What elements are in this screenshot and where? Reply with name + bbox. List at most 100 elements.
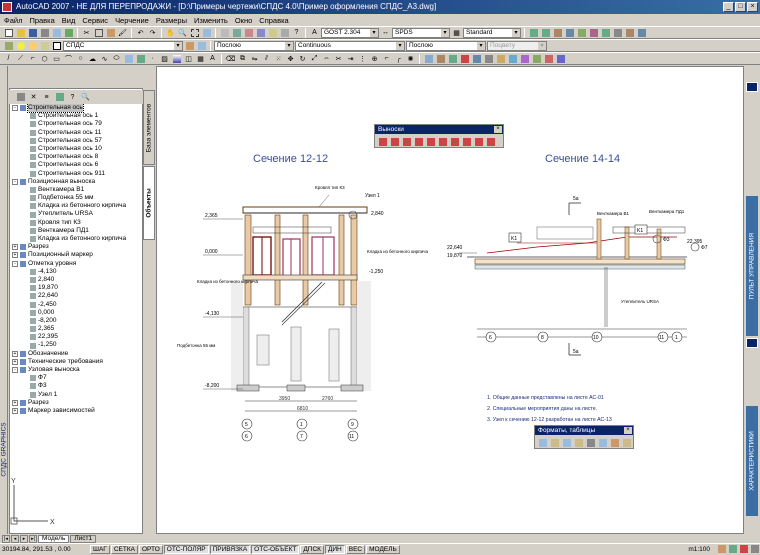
chamfer-icon[interactable]: ⌐: [381, 53, 392, 64]
dyn-toggle[interactable]: ДИН: [324, 544, 345, 554]
sheetset-icon[interactable]: [255, 27, 266, 38]
tree-item[interactable]: -8,200: [10, 317, 142, 325]
revcloud-icon[interactable]: ☁: [87, 53, 98, 64]
tree-item[interactable]: Кровля тип К3: [10, 219, 142, 227]
gradient-icon[interactable]: [171, 53, 182, 64]
collapse-icon[interactable]: -: [12, 105, 18, 112]
expand-icon[interactable]: +: [12, 408, 18, 415]
spds-draw-1-icon[interactable]: [423, 53, 434, 64]
make-current-icon[interactable]: [184, 40, 195, 51]
grid-toggle[interactable]: СЕТКА: [110, 544, 138, 554]
tree-item[interactable]: Утеплитель URSA: [10, 210, 142, 218]
minimize-button[interactable]: _: [723, 2, 734, 12]
last-sheet-button[interactable]: ▸|: [29, 534, 37, 543]
collapse-icon[interactable]: -: [12, 260, 18, 267]
tree-item[interactable]: Ф3: [10, 382, 142, 390]
table-icon[interactable]: ▦: [195, 53, 206, 64]
arc-icon[interactable]: ⌒: [63, 53, 74, 64]
save-icon[interactable]: [27, 27, 38, 38]
tab-sheet1[interactable]: Лист1: [70, 534, 97, 543]
spds-tool-8-icon[interactable]: [612, 27, 623, 38]
format-7-icon[interactable]: [609, 437, 620, 448]
ellipse-icon[interactable]: ⬭: [111, 53, 122, 64]
prev-sheet-button[interactable]: ◂: [11, 534, 19, 543]
color-combo[interactable]: Послою: [214, 40, 294, 51]
circle-icon[interactable]: ○: [75, 53, 86, 64]
stretch-icon[interactable]: ⇔: [321, 53, 332, 64]
panel-search-icon[interactable]: 🔍: [80, 92, 91, 103]
tree-item[interactable]: + Маркер зависимостей: [10, 407, 142, 415]
tree-item[interactable]: + Разрез: [10, 399, 142, 407]
tree-item[interactable]: Кладка из бетонного кирпича: [10, 202, 142, 210]
zoom-realtime-icon[interactable]: 🔍: [177, 27, 188, 38]
tree-item[interactable]: Кладка из бетонного кирпича: [10, 235, 142, 243]
expand-icon[interactable]: +: [12, 252, 18, 259]
markup-icon[interactable]: [267, 27, 278, 38]
help-icon[interactable]: ?: [291, 27, 302, 38]
polyline-icon[interactable]: ⌐: [27, 53, 38, 64]
callout-5-icon[interactable]: [425, 136, 436, 147]
tray-icon-3[interactable]: [738, 544, 749, 555]
maximize-button[interactable]: □: [735, 2, 746, 12]
explode-icon[interactable]: ✺: [405, 53, 416, 64]
layer-combo[interactable]: СПДС: [63, 40, 183, 51]
tray-icon-2[interactable]: [727, 544, 738, 555]
lwt-toggle[interactable]: ВЕС: [345, 544, 366, 554]
callout-2-icon[interactable]: [389, 136, 400, 147]
zoom-window-icon[interactable]: [189, 27, 200, 38]
tree-item[interactable]: Строительная ось 57: [10, 137, 142, 145]
new-icon[interactable]: [3, 27, 14, 38]
properties-icon[interactable]: [219, 27, 230, 38]
tab-control-panel[interactable]: ПУЛЬТ УПРАВЛЕНИЯ: [746, 196, 758, 336]
spds-tool-10-icon[interactable]: [636, 27, 647, 38]
print-icon[interactable]: [39, 27, 50, 38]
spds-draw-3-icon[interactable]: [447, 53, 458, 64]
menu-tools[interactable]: Сервис: [82, 16, 108, 25]
spds-draw-8-icon[interactable]: [507, 53, 518, 64]
layer-manager-icon[interactable]: [3, 40, 14, 51]
zoom-previous-icon[interactable]: [201, 27, 212, 38]
mtext-icon[interactable]: A: [207, 53, 218, 64]
tree-item[interactable]: Строительная ось 8: [10, 153, 142, 161]
erase-icon[interactable]: ⌫: [225, 53, 236, 64]
tree-item[interactable]: Венткамера ПД1: [10, 227, 142, 235]
collapse-icon[interactable]: -: [12, 178, 18, 185]
snap-toggle[interactable]: ШАГ: [90, 544, 110, 554]
ducs-toggle[interactable]: ДПСК: [300, 544, 324, 554]
spds-tool-1-icon[interactable]: [528, 27, 539, 38]
tree-item[interactable]: Строительная ось 10: [10, 145, 142, 153]
expand-icon[interactable]: +: [12, 244, 18, 251]
tree-item[interactable]: 22,395: [10, 333, 142, 341]
scale-icon[interactable]: ⤢: [309, 53, 320, 64]
spds-draw-2-icon[interactable]: [435, 53, 446, 64]
tab-elements-base[interactable]: База элементов: [143, 90, 155, 165]
spds-draw-10-icon[interactable]: [531, 53, 542, 64]
panel-edit-icon[interactable]: [15, 92, 26, 103]
panel-help-icon[interactable]: ?: [67, 92, 78, 103]
format-1-icon[interactable]: [537, 437, 548, 448]
palette-properties-header[interactable]: [746, 338, 758, 348]
spds-draw-7-icon[interactable]: [495, 53, 506, 64]
tree-item[interactable]: - Строительная ось: [10, 104, 142, 114]
tree-item[interactable]: Узел 1: [10, 391, 142, 399]
format-5-icon[interactable]: [585, 437, 596, 448]
scale-readout[interactable]: m1:100: [688, 546, 710, 553]
tree-item[interactable]: + Технические требования: [10, 358, 142, 366]
callout-1-icon[interactable]: [377, 136, 388, 147]
spds-tool-5-icon[interactable]: [576, 27, 587, 38]
tree-item[interactable]: - Позиционная выноска: [10, 178, 142, 186]
osnap-toggle[interactable]: ПРИВЯЗКА: [209, 544, 251, 554]
join-icon[interactable]: ⊕: [369, 53, 380, 64]
copy-icon[interactable]: [93, 27, 104, 38]
expand-icon[interactable]: +: [12, 358, 18, 365]
panel-list-icon[interactable]: ≡: [41, 92, 52, 103]
format-6-icon[interactable]: [597, 437, 608, 448]
extend-icon[interactable]: ⇥: [345, 53, 356, 64]
spds-tool-9-icon[interactable]: [624, 27, 635, 38]
close-icon[interactable]: ×: [624, 427, 632, 434]
open-icon[interactable]: [15, 27, 26, 38]
tree-item[interactable]: - Отметка уровня: [10, 260, 142, 268]
format-4-icon[interactable]: [573, 437, 584, 448]
tree-item[interactable]: Строительная ось 911: [10, 170, 142, 178]
menu-draw[interactable]: Черчение: [115, 16, 149, 25]
